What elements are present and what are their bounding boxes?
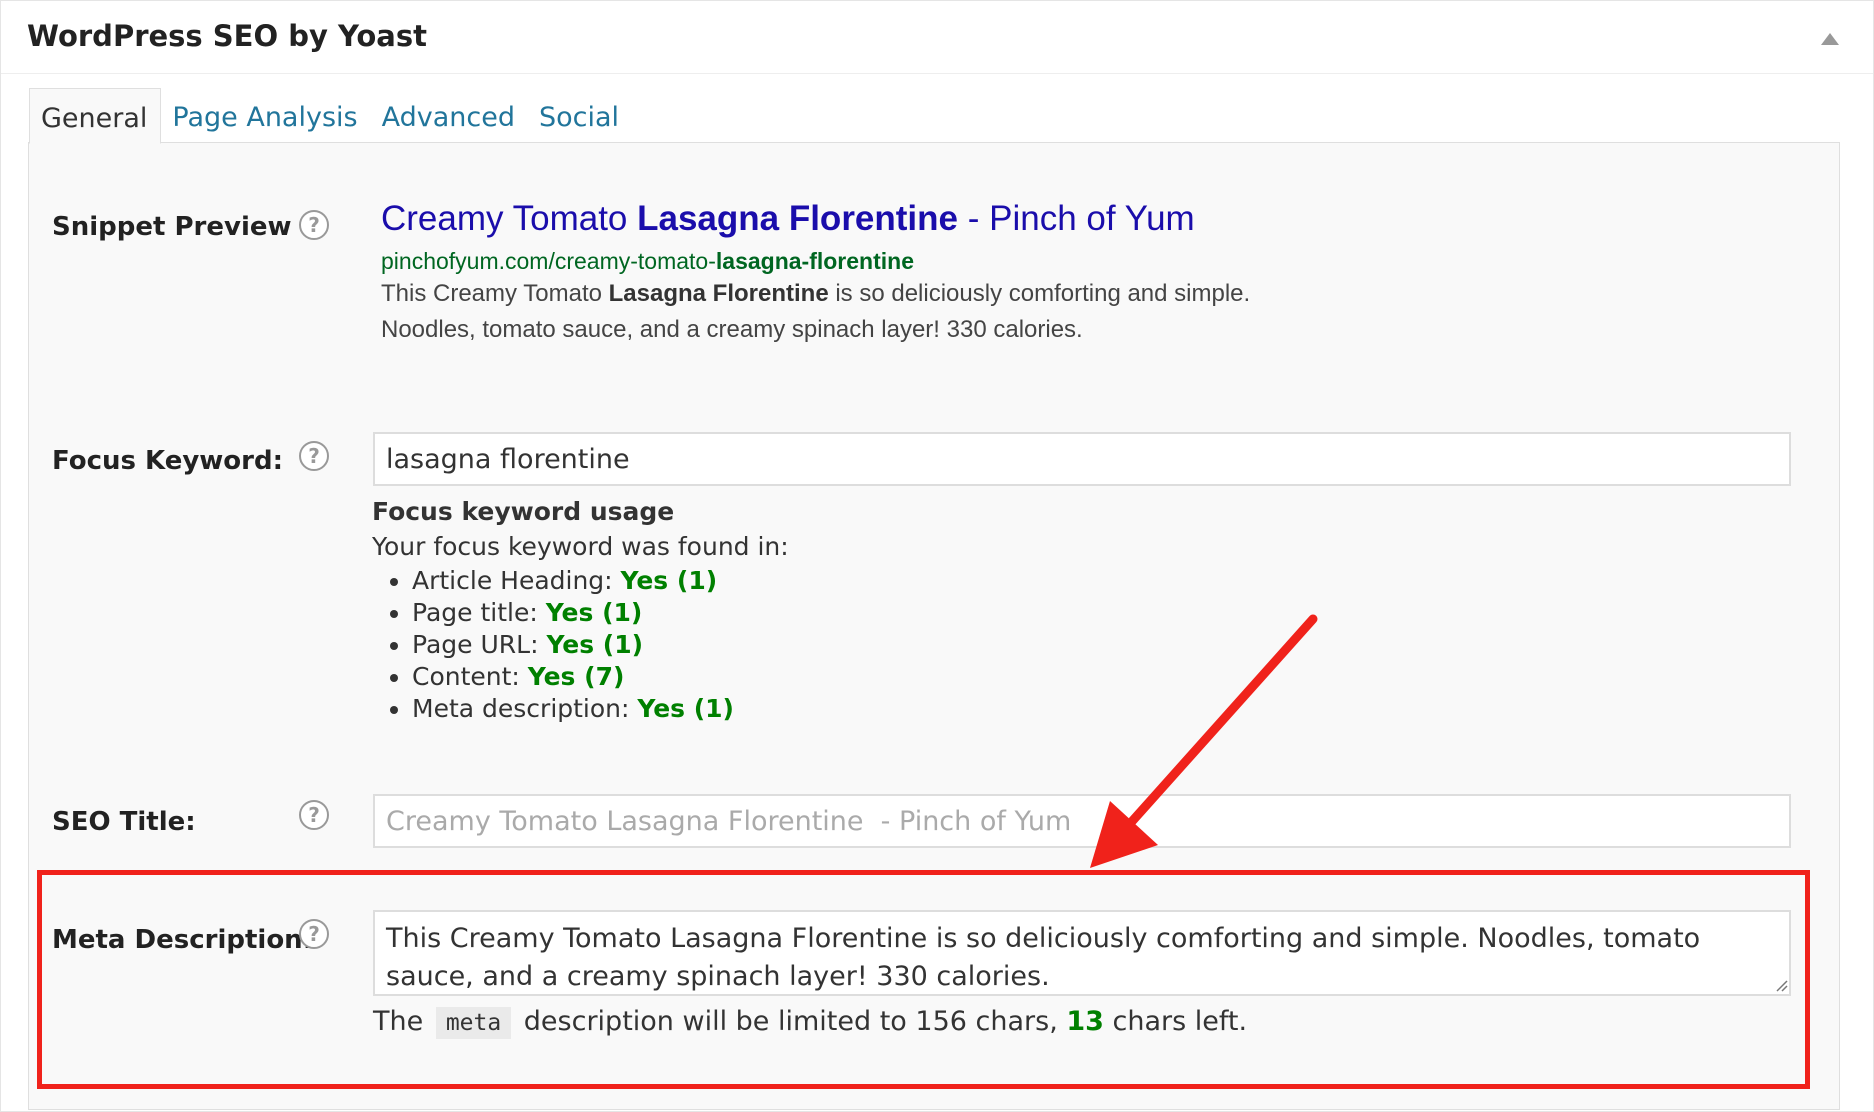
list-item: Page URL: Yes (1) [412,629,789,661]
meta-description-label: Meta Description: [52,925,314,955]
usage-item-result: Yes (7) [527,662,625,691]
usage-item-label: Page title: [412,598,546,627]
snippet-url-text: pinchofyum.com/creamy-tomato- [381,248,716,274]
list-item: Page title: Yes (1) [412,597,789,629]
usage-item-result: Yes (1) [545,598,643,627]
focus-keyword-input[interactable] [373,432,1791,486]
usage-item-result: Yes (1) [620,566,718,595]
list-item: Meta description: Yes (1) [412,693,789,725]
meta-length-note: The meta description will be limited to … [373,1006,1248,1039]
focus-usage-list: Article Heading: Yes (1) Page title: Yes… [372,565,789,725]
resize-handle-icon[interactable] [1774,978,1788,992]
list-item: Content: Yes (7) [412,661,789,693]
metabox-title: WordPress SEO by Yoast [27,19,427,53]
meta-description-textarea[interactable]: This Creamy Tomato Lasagna Florentine is… [373,910,1791,996]
focus-keyword-usage: Focus keyword usage Your focus keyword w… [372,497,789,725]
tab-general[interactable]: General [29,88,162,144]
question-circle-icon[interactable]: ? [299,919,329,949]
snippet-title[interactable]: Creamy Tomato Lasagna Florentine - Pinch… [381,196,1481,242]
snippet-url: pinchofyum.com/creamy-tomato-lasagna-flo… [381,246,1481,276]
usage-item-result: Yes (1) [637,694,734,723]
snippet-url-keyword: lasagna-florentine [715,248,914,274]
snippet-preview-label: Snippet Preview [52,212,292,242]
usage-item-label: Meta description: [412,694,638,723]
snippet-desc-keyword: Lasagna Florentine [608,280,829,307]
note-suffix: chars left. [1103,1006,1248,1037]
snippet-title-text: Creamy Tomato [381,199,638,238]
usage-item-label: Article Heading: [412,566,621,595]
list-item: Article Heading: Yes (1) [412,565,789,597]
tab-social[interactable]: Social [528,88,632,144]
usage-item-label: Page URL: [412,630,547,659]
meta-code-tag: meta [435,1007,512,1039]
focus-usage-heading: Focus keyword usage [372,497,675,526]
snippet-title-keyword: Lasagna Florentine [637,199,959,238]
question-circle-icon[interactable]: ? [299,800,329,830]
focus-usage-intro: Your focus keyword was found in: [372,532,789,561]
snippet-desc-text: This Creamy Tomato [381,280,609,307]
tab-page-analysis[interactable]: Page Analysis [161,88,370,144]
metabox-header[interactable]: WordPress SEO by Yoast [1,1,1873,74]
snippet-title-suffix: - Pinch of Yum [958,199,1195,238]
tab-advanced[interactable]: Advanced [371,88,528,144]
question-circle-icon[interactable]: ? [299,210,329,240]
question-circle-icon[interactable]: ? [299,441,329,471]
snippet-description: This Creamy Tomato Lasagna Florentine is… [381,276,1341,348]
usage-item-result: Yes (1) [546,630,644,659]
seo-title-label: SEO Title: [52,807,196,837]
seo-title-input[interactable] [373,794,1791,848]
usage-item-label: Content: [412,662,528,691]
focus-keyword-label: Focus Keyword: [52,446,284,476]
note-middle: description will be limited to 156 chars… [515,1006,1067,1037]
snippet-preview: Creamy Tomato Lasagna Florentine - Pinch… [381,196,1481,348]
collapse-toggle-icon[interactable] [1821,33,1839,45]
tab-bar: General Page Analysis Advanced Social [29,88,632,144]
note-prefix: The [373,1006,432,1037]
chars-left-count: 13 [1066,1006,1104,1037]
